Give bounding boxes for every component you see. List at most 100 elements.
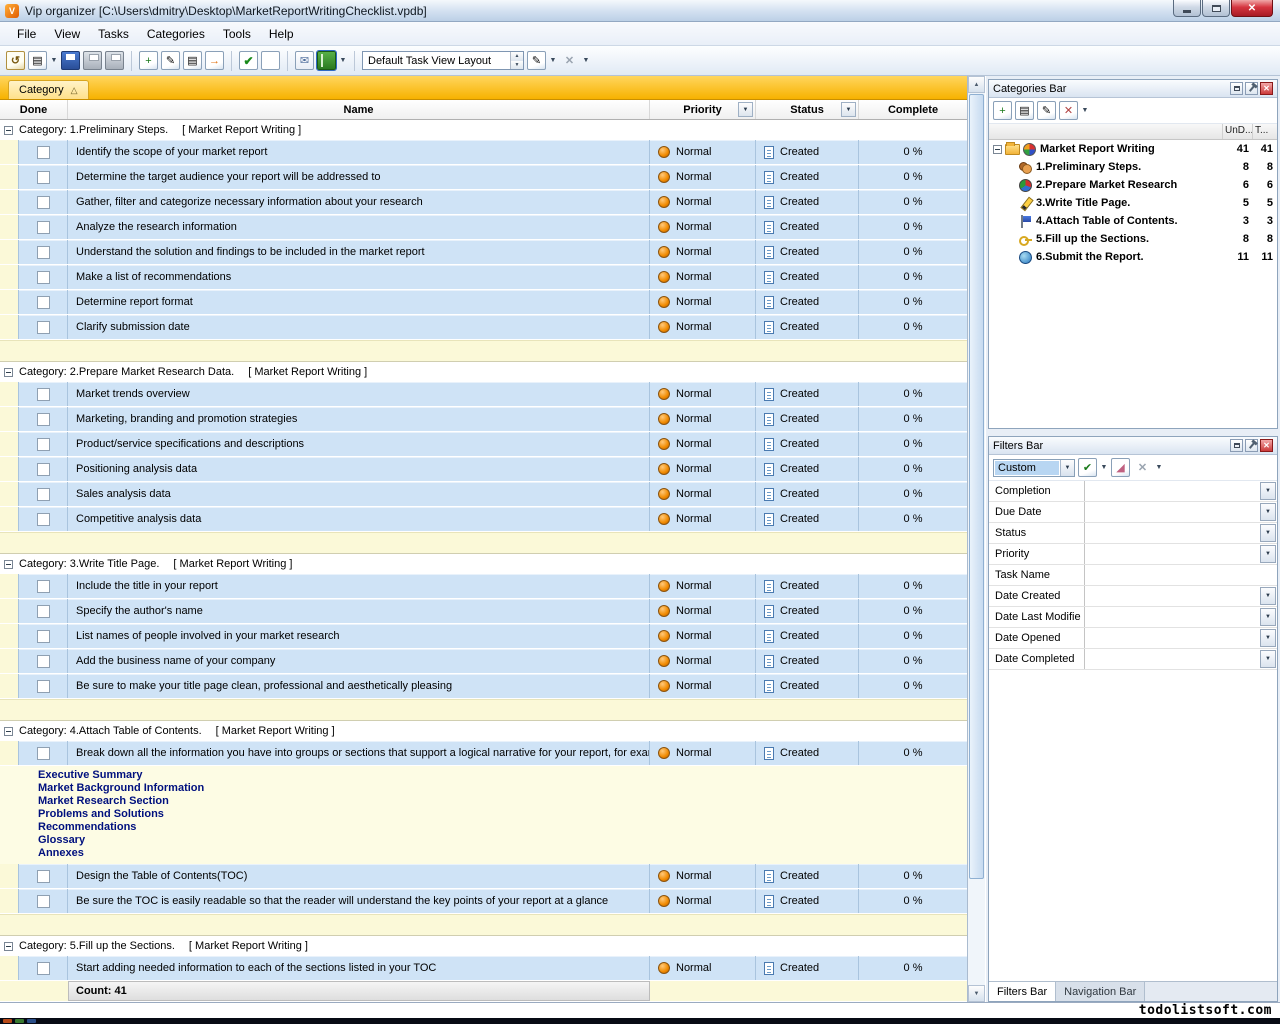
complete-cell[interactable]: 0 % — [859, 407, 967, 431]
task-checkbox[interactable] — [37, 655, 50, 668]
print-icon[interactable] — [83, 51, 102, 70]
priority-cell[interactable]: Normal — [650, 165, 756, 189]
task-name-cell[interactable]: Be sure to make your title page clean, p… — [68, 674, 650, 698]
filter-value-field[interactable] — [1085, 628, 1259, 648]
task-row[interactable]: Design the Table of Contents(TOC)NormalC… — [0, 864, 967, 889]
task-name-cell[interactable]: Competitive analysis data — [68, 507, 650, 531]
maximize-button[interactable] — [1202, 0, 1230, 17]
done-cell[interactable] — [18, 265, 68, 289]
delete-layout-icon[interactable]: ✕ — [560, 51, 579, 70]
task-checkbox[interactable] — [37, 513, 50, 526]
apply-filter-dropdown-icon[interactable]: ▼ — [1100, 464, 1108, 471]
task-checkbox[interactable] — [37, 895, 50, 908]
task-name-cell[interactable]: Clarify submission date — [68, 315, 650, 339]
task-row[interactable]: Break down all the information you have … — [0, 741, 967, 766]
priority-cell[interactable]: Normal — [650, 265, 756, 289]
task-row[interactable]: Marketing, branding and promotion strate… — [0, 407, 967, 432]
column-header-complete[interactable]: Complete — [859, 100, 967, 119]
priority-cell[interactable]: Normal — [650, 457, 756, 481]
task-name-cell[interactable]: Identify the scope of your market report — [68, 140, 650, 164]
scroll-up-icon[interactable]: ▲ — [968, 76, 985, 93]
filter-dropdown-button[interactable]: ▼ — [1260, 629, 1276, 647]
complete-cell[interactable]: 0 % — [859, 956, 967, 980]
column-header-priority[interactable]: Priority▼ — [650, 100, 756, 119]
priority-cell[interactable]: Normal — [650, 482, 756, 506]
apply-filter-icon[interactable]: ✔ — [1078, 458, 1097, 477]
complete-cell[interactable]: 0 % — [859, 190, 967, 214]
menu-item-view[interactable]: View — [45, 23, 89, 45]
tab-filters-bar[interactable]: Filters Bar — [989, 982, 1056, 1001]
edit-task-icon[interactable]: ✎ — [161, 51, 180, 70]
complete-cell[interactable]: 0 % — [859, 315, 967, 339]
priority-cell[interactable]: Normal — [650, 624, 756, 648]
done-cell[interactable] — [18, 290, 68, 314]
priority-cell[interactable]: Normal — [650, 599, 756, 623]
collapse-icon[interactable] — [993, 145, 1002, 154]
scroll-down-icon[interactable]: ▼ — [968, 985, 985, 1002]
complete-cell[interactable]: 0 % — [859, 240, 967, 264]
task-checkbox[interactable] — [37, 580, 50, 593]
category-tree-item[interactable]: 1.Preliminary Steps.88 — [989, 158, 1277, 176]
task-checkbox[interactable] — [37, 962, 50, 975]
new-task-icon[interactable]: + — [139, 51, 158, 70]
task-name-cell[interactable]: Marketing, branding and promotion strate… — [68, 407, 650, 431]
mark-complete-icon[interactable]: ✔ — [239, 51, 258, 70]
complete-cell[interactable]: 0 % — [859, 649, 967, 673]
task-row[interactable]: Understand the solution and findings to … — [0, 240, 967, 265]
filter-value-field[interactable] — [1085, 649, 1259, 669]
group-header[interactable]: Category: 3.Write Title Page.[ Market Re… — [0, 554, 967, 574]
open-dropdown-icon[interactable]: ▼ — [50, 57, 58, 64]
close-panel-icon[interactable]: ✕ — [1260, 439, 1273, 452]
menu-item-file[interactable]: File — [8, 23, 45, 45]
group-header[interactable]: Category: 4.Attach Table of Contents.[ M… — [0, 721, 967, 741]
priority-cell[interactable]: Normal — [650, 956, 756, 980]
collapse-icon[interactable] — [4, 560, 13, 569]
status-cell[interactable]: Created — [756, 649, 859, 673]
filter-dropdown-button[interactable]: ▼ — [1260, 650, 1276, 668]
filter-dropdown-button[interactable]: ▼ — [1260, 524, 1276, 542]
add-category-icon[interactable]: + — [993, 101, 1012, 120]
priority-cell[interactable]: Normal — [650, 140, 756, 164]
status-cell[interactable]: Created — [756, 432, 859, 456]
task-checkbox[interactable] — [37, 321, 50, 334]
category-tree-item[interactable]: Market Report Writing4141 — [989, 140, 1277, 158]
task-row[interactable]: List names of people involved in your ma… — [0, 624, 967, 649]
complete-cell[interactable]: 0 % — [859, 482, 967, 506]
done-cell[interactable] — [18, 507, 68, 531]
done-cell[interactable] — [18, 482, 68, 506]
task-name-cell[interactable]: Include the title in your report — [68, 574, 650, 598]
task-name-cell[interactable]: Determine the target audience your repor… — [68, 165, 650, 189]
done-cell[interactable] — [18, 165, 68, 189]
open-database-icon[interactable]: ▤ — [28, 51, 47, 70]
status-cell[interactable]: Created — [756, 482, 859, 506]
task-row[interactable]: Make a list of recommendationsNormalCrea… — [0, 265, 967, 290]
filter-value-field[interactable] — [1085, 544, 1259, 564]
done-cell[interactable] — [18, 457, 68, 481]
task-row[interactable]: Start adding needed information to each … — [0, 956, 967, 981]
scrollbar-track[interactable] — [968, 93, 985, 985]
task-row[interactable]: Analyze the research informationNormalCr… — [0, 215, 967, 240]
task-name-cell[interactable]: Market trends overview — [68, 382, 650, 406]
task-row[interactable]: Be sure to make your title page clean, p… — [0, 674, 967, 699]
status-cell[interactable]: Created — [756, 674, 859, 698]
done-cell[interactable] — [18, 674, 68, 698]
column-header-total[interactable]: T... — [1253, 124, 1277, 139]
done-cell[interactable] — [18, 240, 68, 264]
task-name-cell[interactable]: Start adding needed information to each … — [68, 956, 650, 980]
new-database-icon[interactable]: ↺ — [6, 51, 25, 70]
task-name-cell[interactable]: Make a list of recommendations — [68, 265, 650, 289]
task-row[interactable]: Sales analysis dataNormalCreated0 % — [0, 482, 967, 507]
status-cell[interactable]: Created — [756, 407, 859, 431]
complete-cell[interactable]: 0 % — [859, 290, 967, 314]
done-cell[interactable] — [18, 140, 68, 164]
add-subcategory-icon[interactable]: ▤ — [1015, 101, 1034, 120]
delete-category-icon[interactable]: ✕ — [1059, 101, 1078, 120]
menu-item-categories[interactable]: Categories — [138, 23, 214, 45]
task-checkbox[interactable] — [37, 196, 50, 209]
done-cell[interactable] — [18, 864, 68, 888]
category-tree-item[interactable]: 5.Fill up the Sections.88 — [989, 230, 1277, 248]
complete-cell[interactable]: 0 % — [859, 624, 967, 648]
status-cell[interactable]: Created — [756, 140, 859, 164]
task-row[interactable]: Be sure the TOC is easily readable so th… — [0, 889, 967, 914]
task-name-cell[interactable]: Positioning analysis data — [68, 457, 650, 481]
